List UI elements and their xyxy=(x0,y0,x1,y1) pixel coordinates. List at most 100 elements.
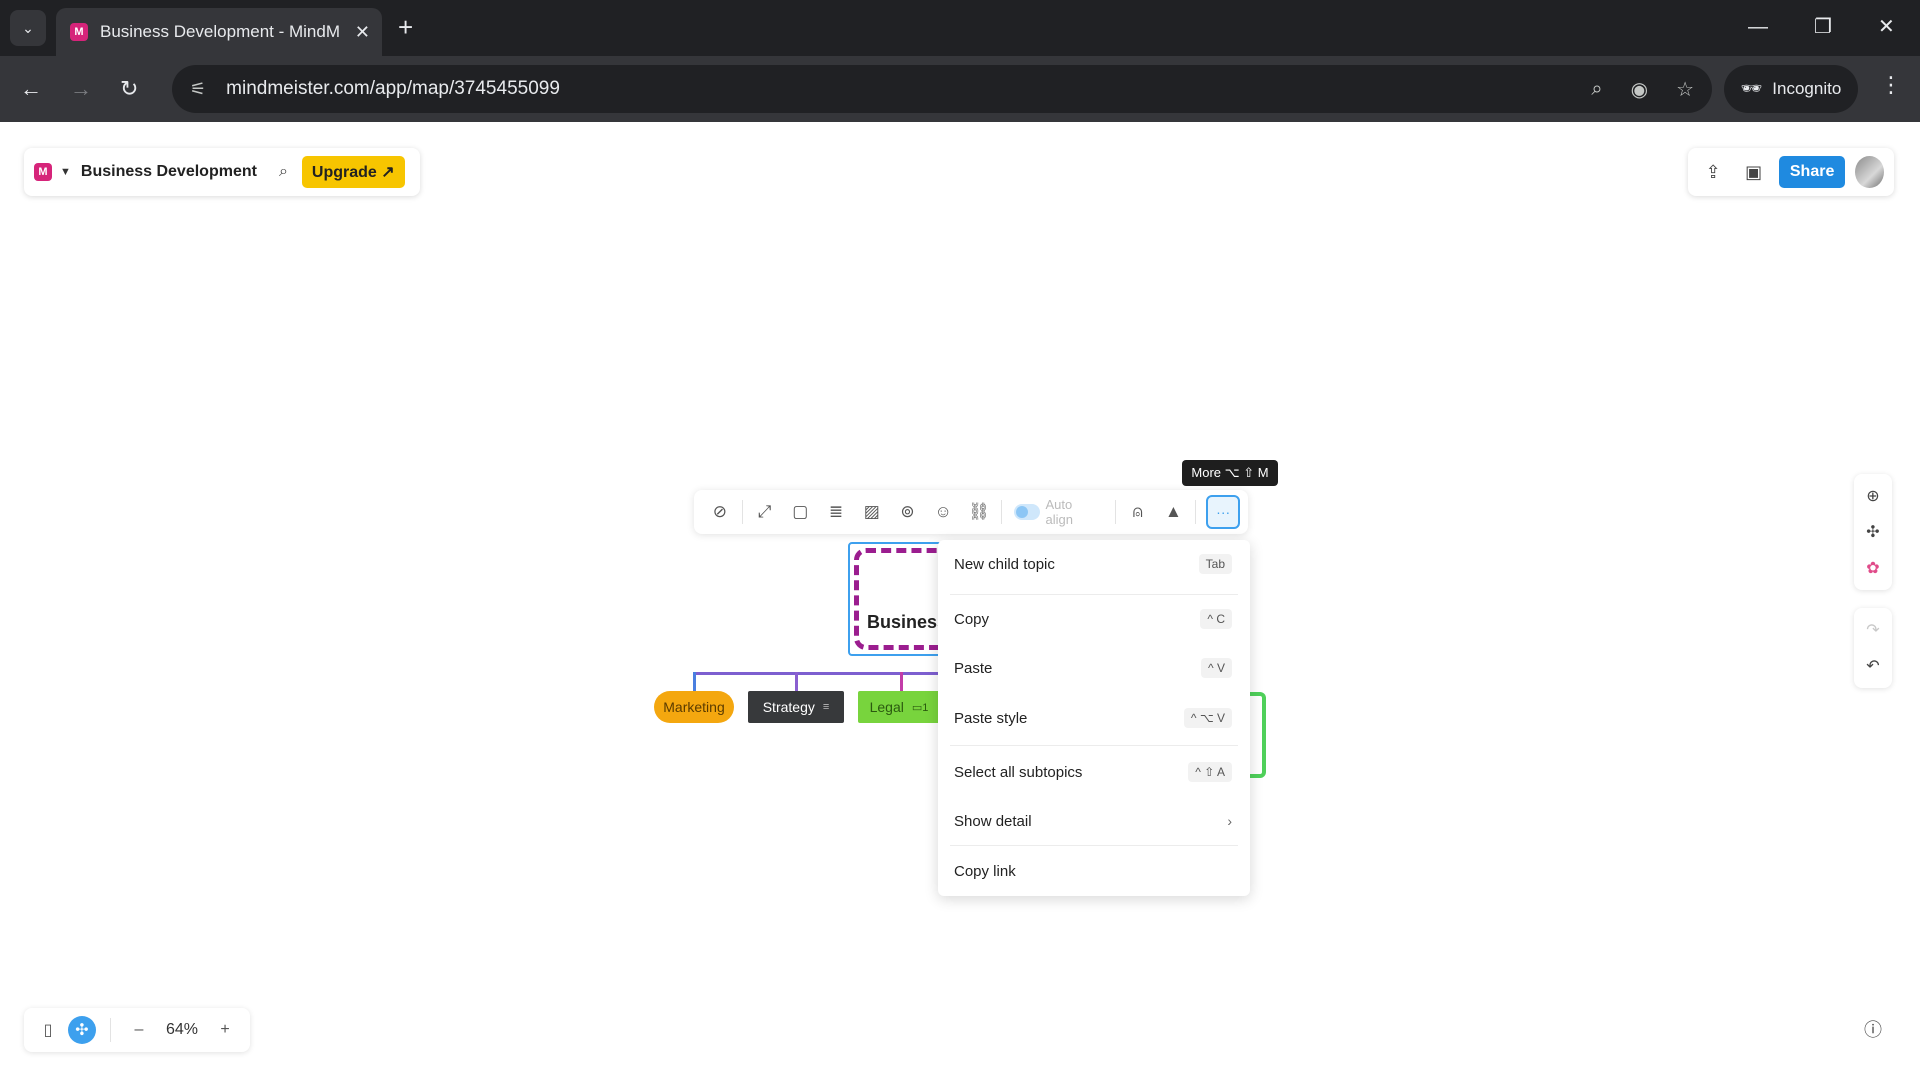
browser-tab[interactable]: M Business Development - MindM ✕ xyxy=(56,8,382,56)
note-icon[interactable]: ≣ xyxy=(818,495,854,529)
menu-item-select-all-subtopics[interactable]: Select all subtopics ^ ⇧ A xyxy=(938,752,1250,792)
incognito-icon: 🕶 xyxy=(1740,79,1763,98)
zoom-in-button[interactable]: + xyxy=(211,1016,239,1044)
new-tab-icon[interactable]: + xyxy=(398,12,413,42)
upgrade-button[interactable]: Upgrade ↗ xyxy=(301,156,405,188)
branch-connector xyxy=(795,672,798,692)
divider xyxy=(110,1018,111,1042)
menu-item-paste[interactable]: Paste ^ V xyxy=(938,648,1250,688)
style-icon[interactable]: ⍝ xyxy=(1120,495,1156,529)
menu-item-new-child-topic[interactable]: New child topic Tab xyxy=(938,544,1250,584)
menu-item-copy-link[interactable]: Copy link xyxy=(938,851,1250,891)
emoji-icon[interactable]: ☺ xyxy=(925,495,961,529)
toolbar-divider xyxy=(741,500,743,524)
help-icon[interactable]: ⓘ xyxy=(1858,1014,1888,1044)
zoom-icon[interactable]: ⌕ xyxy=(1591,78,1602,101)
present-icon[interactable]: ▣ xyxy=(1738,155,1768,189)
search-icon[interactable]: ⌕ xyxy=(279,163,288,181)
tab-title: Business Development - MindM xyxy=(100,22,340,41)
share-button[interactable]: Share xyxy=(1778,156,1846,188)
app-header: M ▼ Business Development ⌕ Upgrade ↗ xyxy=(24,148,420,196)
connect-icon[interactable]: ⤢ xyxy=(747,495,783,529)
image-icon[interactable]: ▨ xyxy=(854,495,890,529)
favicon-icon: M xyxy=(70,23,88,41)
theme-icon[interactable]: ✿ xyxy=(1856,550,1890,586)
zoom-level[interactable]: 64% xyxy=(159,1021,205,1039)
map-title[interactable]: Business Development xyxy=(81,163,257,181)
site-info-icon[interactable]: ⚟ xyxy=(190,79,206,100)
avatar[interactable] xyxy=(1855,156,1884,188)
menu-divider xyxy=(950,845,1238,846)
menu-item-show-detail[interactable]: Show detail › xyxy=(938,801,1250,841)
auto-align-toggle[interactable] xyxy=(1013,504,1040,520)
shortcut-hint: ^ V xyxy=(1201,658,1232,678)
topic-legal[interactable]: Legal ▭1 xyxy=(858,691,940,723)
url-text[interactable]: mindmeister.com/app/map/3745455099 xyxy=(226,78,1563,100)
undo-icon[interactable]: ↶ xyxy=(1856,648,1890,684)
chevron-right-icon: › xyxy=(1227,813,1232,829)
root-topic-label: Business xyxy=(867,612,948,632)
shortcut-hint: ^ C xyxy=(1200,609,1232,629)
restore-icon[interactable]: ❐ xyxy=(1814,12,1832,42)
close-icon[interactable]: ✕ xyxy=(355,22,370,43)
menu-divider xyxy=(950,594,1238,595)
branch-connector xyxy=(693,672,943,675)
comment-icon[interactable]: ▢ xyxy=(782,495,818,529)
browser-nav-bar: ← → ↻ ⚟ mindmeister.com/app/map/37454550… xyxy=(0,56,1920,122)
note-icon: ≡ xyxy=(822,701,830,713)
more-menu: New child topic Tab Copy ^ C Paste ^ V P… xyxy=(938,540,1250,896)
browser-menu-icon[interactable]: ⋮ xyxy=(1880,72,1902,98)
topic-toolbar: ⊘ ⤢ ▢ ≣ ▨ ⊚ ☺ ⛓ Auto align ⍝ ▲ ··· xyxy=(694,490,1248,534)
menu-item-label: Copy link xyxy=(954,862,1016,880)
menu-item-copy[interactable]: Copy ^ C xyxy=(938,599,1250,639)
toolbar-divider xyxy=(1195,500,1197,524)
outline-view-icon[interactable]: ▯ xyxy=(34,1016,62,1044)
menu-item-label: Select all subtopics xyxy=(954,763,1083,781)
topic-strategy[interactable]: Strategy ≡ xyxy=(748,691,844,723)
tab-switch-icon[interactable]: ⌄ xyxy=(10,10,46,46)
task-check-icon[interactable]: ⊘ xyxy=(702,495,738,529)
back-icon[interactable]: ← xyxy=(20,74,42,104)
bookmark-star-icon[interactable]: ☆ xyxy=(1676,77,1694,102)
topic-marketing[interactable]: Marketing xyxy=(654,691,734,723)
toolbar-divider xyxy=(1000,500,1002,524)
menu-item-label: Paste style xyxy=(954,709,1028,727)
layout-icon[interactable]: ✣ xyxy=(1856,514,1890,550)
window-close-icon[interactable]: ✕ xyxy=(1878,12,1895,42)
shortcut-hint: ^ ⇧ A xyxy=(1188,762,1232,782)
export-icon[interactable]: ⇪ xyxy=(1698,155,1728,189)
menu-item-label: Copy xyxy=(954,610,990,628)
right-header: ⇪ ▣ Share xyxy=(1688,148,1894,196)
right-rail-history: ↷ ↶ xyxy=(1854,608,1892,688)
incognito-badge[interactable]: 🕶 Incognito xyxy=(1724,65,1858,113)
shortcut-hint: Tab xyxy=(1198,554,1232,574)
comment-count: 1 xyxy=(922,701,929,714)
zoom-out-button[interactable]: – xyxy=(125,1016,153,1044)
tracking-protection-icon[interactable]: ◉ xyxy=(1631,77,1648,102)
browser-tab-bar: ⌄ M Business Development - MindM ✕ + — ❐… xyxy=(0,0,1920,56)
menu-item-paste-style[interactable]: Paste style ^ ⌥ V xyxy=(938,698,1250,738)
mindmap-view-icon[interactable]: ✣ xyxy=(68,1016,96,1044)
minimize-icon[interactable]: — xyxy=(1748,12,1768,42)
topic-label: Strategy xyxy=(762,699,815,715)
forward-icon[interactable]: → xyxy=(70,74,92,104)
redo-icon[interactable]: ↷ xyxy=(1856,612,1890,648)
comment-icon: ▭1 xyxy=(911,701,929,714)
link-icon[interactable]: ⛓ xyxy=(961,495,997,529)
menu-item-label: New child topic xyxy=(954,555,1055,573)
more-button[interactable]: ··· xyxy=(1206,495,1241,529)
reload-icon[interactable]: ↻ xyxy=(120,74,138,104)
toolbar-divider xyxy=(1114,500,1116,524)
mindmeister-logo-icon[interactable]: M xyxy=(34,163,52,181)
chevron-down-icon[interactable]: ▼ xyxy=(60,166,71,178)
topic-label: Legal xyxy=(869,699,904,715)
add-topic-icon[interactable]: ⊕ xyxy=(1856,478,1890,514)
shape-icon[interactable]: ▲ xyxy=(1156,495,1192,529)
attachment-icon[interactable]: ⊚ xyxy=(890,495,926,529)
address-bar[interactable]: ⚟ mindmeister.com/app/map/3745455099 ⌕ ◉… xyxy=(172,65,1712,113)
menu-item-label: Paste xyxy=(954,659,993,677)
incognito-label: Incognito xyxy=(1772,79,1842,98)
menu-item-label: Show detail xyxy=(954,812,1032,830)
branch-connector xyxy=(693,672,696,692)
branch-connector xyxy=(900,672,903,692)
